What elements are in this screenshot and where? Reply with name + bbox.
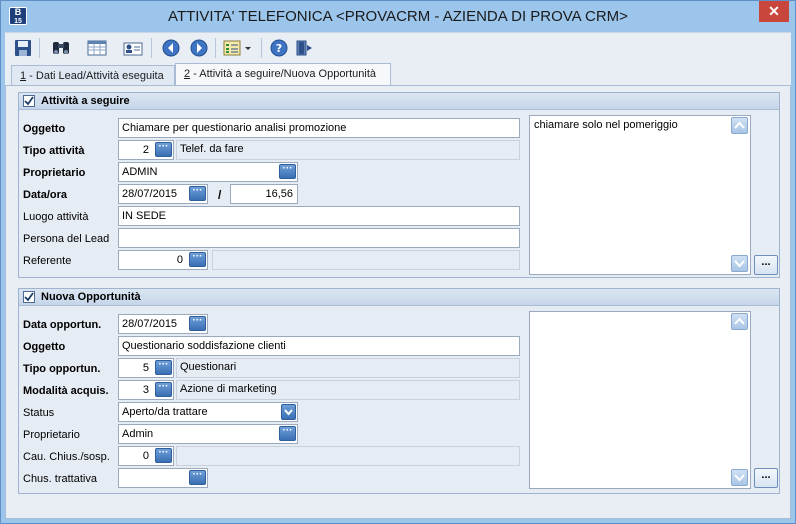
referente-label: Referente xyxy=(23,255,72,267)
date-picker-button[interactable]: ··· xyxy=(189,186,206,201)
chiusura-trattativa-picker-button[interactable]: ··· xyxy=(189,470,206,485)
exit-icon[interactable] xyxy=(293,37,317,59)
notes-scroll-up-icon[interactable] xyxy=(731,117,748,134)
notes-scroll-down-icon[interactable] xyxy=(731,255,748,272)
activity-notes-expand-button[interactable]: ... xyxy=(754,255,778,275)
opportunita-oggetto-field[interactable]: Questionario soddisfazione clienti xyxy=(118,336,520,356)
modalita-acquisizione-label: Modalità acquis. xyxy=(23,385,109,397)
tipo-opportunita-description: Questionari xyxy=(176,358,520,378)
tipo-attivita-label: Tipo attività xyxy=(23,145,85,157)
main-window: B 15 ATTIVITA' TELEFONICA <PROVACRM - AZ… xyxy=(0,0,796,524)
referente-description xyxy=(212,250,520,270)
toolbar: ? xyxy=(5,32,791,62)
opportunity-notes-scroll-down-icon[interactable] xyxy=(731,469,748,486)
activity-panel-header: Attività a seguire xyxy=(19,93,779,110)
grid-icon[interactable] xyxy=(85,37,109,59)
opportunity-panel-title: Nuova Opportunità xyxy=(41,291,141,303)
tab-label: - Dati Lead/Attività eseguita xyxy=(26,70,164,82)
proprietario-field[interactable]: ADMIN xyxy=(118,162,298,182)
activity-panel-title: Attività a seguire xyxy=(41,95,130,107)
svg-text:?: ? xyxy=(276,42,282,55)
tab-attivita-seguire[interactable]: 2 - Attività a seguire/Nuova Opportunità xyxy=(175,63,391,86)
opportunity-panel: Nuova Opportunità Data opportun. 28/07/2… xyxy=(18,288,780,494)
causale-chiusura-label: Cau. Chius./sosp. xyxy=(23,451,110,463)
status-select[interactable]: Aperto/da trattare xyxy=(118,402,298,422)
causale-chiusura-lookup-button[interactable]: ··· xyxy=(155,448,172,463)
luogo-label: Luogo attività xyxy=(23,211,89,223)
opportunita-proprietario-lookup-button[interactable]: ··· xyxy=(279,426,296,441)
status-dropdown-button[interactable] xyxy=(281,404,296,420)
tipo-opportunita-label: Tipo opportun. xyxy=(23,363,101,375)
persona-lead-label: Persona del Lead xyxy=(23,233,110,245)
contact-card-icon[interactable] xyxy=(121,37,145,59)
opportunity-notes-expand-button[interactable]: ... xyxy=(754,468,778,488)
modalita-acquisizione-description: Azione di marketing xyxy=(176,380,520,400)
causale-chiusura-description xyxy=(176,446,520,466)
opportunity-checkbox[interactable] xyxy=(23,291,35,303)
referente-lookup-button[interactable]: ··· xyxy=(189,252,206,267)
opportunita-proprietario-label: Proprietario xyxy=(23,429,80,441)
tab-dati-lead[interactable]: 1 - Dati Lead/Attività eseguita xyxy=(11,65,175,86)
tab-content: Attività a seguire Oggetto Chiamare per … xyxy=(5,85,791,519)
opportunita-proprietario-field[interactable]: Admin xyxy=(118,424,298,444)
chiusura-trattativa-label: Chus. trattativa xyxy=(23,473,97,485)
list-dropdown-icon[interactable] xyxy=(221,37,255,59)
date-time-separator: / xyxy=(218,188,222,202)
activity-panel: Attività a seguire Oggetto Chiamare per … xyxy=(18,92,780,278)
window-title: ATTIVITA' TELEFONICA <PROVACRM - AZIENDA… xyxy=(168,8,628,25)
time-field[interactable]: 16,56 xyxy=(230,184,298,204)
proprietario-lookup-button[interactable]: ··· xyxy=(279,164,296,179)
oggetto-label: Oggetto xyxy=(23,123,66,135)
data-opportunita-label: Data opportun. xyxy=(23,319,102,331)
title-bar: B 15 ATTIVITA' TELEFONICA <PROVACRM - AZ… xyxy=(1,1,795,31)
tipo-attivita-description: Telef. da fare xyxy=(176,140,520,160)
opportunity-notes-memo[interactable] xyxy=(529,311,751,489)
modalita-acquisizione-lookup-button[interactable]: ··· xyxy=(155,382,172,397)
tipo-opportunita-lookup-button[interactable]: ··· xyxy=(155,360,172,375)
proprietario-label: Proprietario xyxy=(23,167,86,179)
data-ora-label: Data/ora xyxy=(23,189,68,201)
oggetto-field[interactable]: Chiamare per questionario analisi promoz… xyxy=(118,118,520,138)
opportunity-panel-header: Nuova Opportunità xyxy=(19,289,779,306)
save-icon[interactable] xyxy=(11,37,35,59)
luogo-field[interactable]: IN SEDE xyxy=(118,206,520,226)
opportunity-notes-scroll-up-icon[interactable] xyxy=(731,313,748,330)
opportunita-oggetto-label: Oggetto xyxy=(23,341,66,353)
data-opportunita-picker-button[interactable]: ··· xyxy=(189,316,206,331)
tab-strip: 1 - Dati Lead/Attività eseguita 2 - Atti… xyxy=(5,62,791,86)
tipo-attivita-lookup-button[interactable]: ··· xyxy=(155,142,172,157)
forward-icon[interactable] xyxy=(187,37,211,59)
activity-checkbox[interactable] xyxy=(23,95,35,107)
activity-notes-memo[interactable]: chiamare solo nel pomeriggio xyxy=(529,115,751,275)
status-label: Status xyxy=(23,407,55,419)
binoculars-icon[interactable] xyxy=(49,37,73,59)
back-icon[interactable] xyxy=(159,37,183,59)
persona-lead-field[interactable] xyxy=(118,228,520,248)
tab-label: - Attività a seguire/Nuova Opportunità xyxy=(190,68,377,80)
help-icon[interactable]: ? xyxy=(267,37,291,59)
close-button[interactable]: ✕ xyxy=(759,1,789,22)
